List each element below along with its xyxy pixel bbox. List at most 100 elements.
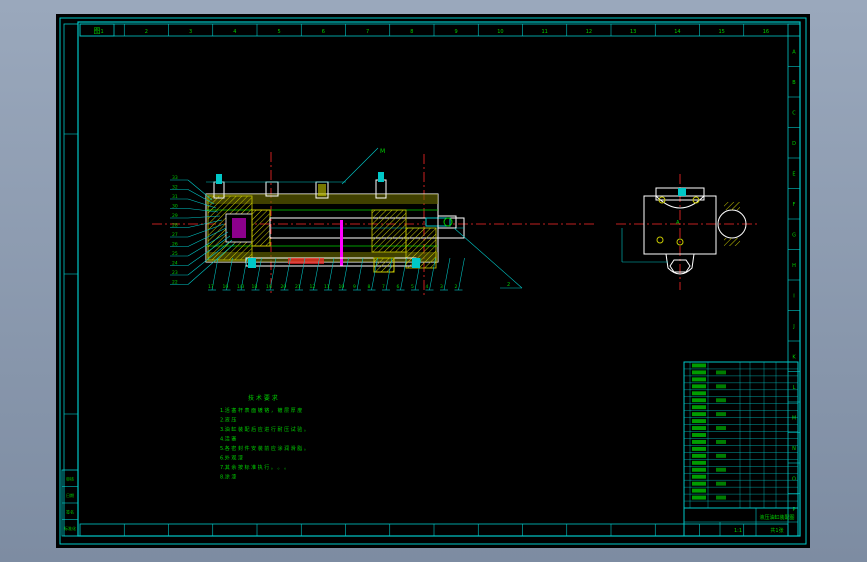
bom-code-cell xyxy=(692,439,706,444)
left-balloon-label: 28 xyxy=(172,223,178,229)
zone-number-top: 12 xyxy=(586,29,592,35)
left-balloon-label: 31 xyxy=(172,194,178,200)
bottom-balloon-label: 21 xyxy=(295,284,301,290)
drawing-sheet[interactable]: 1 2 3 4 5 6 7 8 9 10 11 12 13 14 15 16 A B C D E F G H I J K L M N O P … xyxy=(56,14,810,548)
stamp-row-label: 签名 xyxy=(66,509,74,515)
bottom-leader-line xyxy=(356,257,364,291)
zone-letter-right: G xyxy=(792,232,796,238)
zone-letter-right: N xyxy=(792,446,796,452)
zone-band-left xyxy=(63,23,79,537)
bom-name-cell xyxy=(716,384,726,389)
end-top-nut xyxy=(678,188,686,196)
left-stamp-block: 审核日期签名标准化 xyxy=(61,469,79,537)
zone-band-top xyxy=(79,23,801,37)
bom-name-cell xyxy=(716,439,726,444)
left-stamp-rows: 审核日期签名标准化 xyxy=(62,476,78,531)
clevis-top-hatch xyxy=(724,202,740,210)
drawing-name: 液压油缸装配图 xyxy=(759,514,794,521)
drawing-canvas: 1 2 3 4 5 6 7 8 9 10 11 12 13 14 15 16ABCDEFGHIJKLMNOP … xyxy=(59,17,807,545)
bom-code-cell xyxy=(692,391,706,396)
bom-code-cell xyxy=(692,412,706,417)
cylinder-end-view[interactable]: A xyxy=(616,174,758,290)
bom-code-cell xyxy=(692,474,706,479)
bom-code-cell xyxy=(692,453,706,458)
bom-name-cell xyxy=(716,412,726,417)
zone-letter-right: H xyxy=(792,263,796,269)
left-balloon-label: 26 xyxy=(172,242,178,248)
piston xyxy=(251,209,271,247)
bottom-balloon-label: 12 xyxy=(310,284,316,290)
bom-name-cell xyxy=(716,453,726,458)
zone-number-top: 3 xyxy=(189,29,192,35)
tech-requirement-line: 4.活 塞 xyxy=(220,436,236,443)
cad-viewport[interactable]: 1 2 3 4 5 6 7 8 9 10 11 12 13 14 15 16 A B C D E F G H I J K L M N O P … xyxy=(0,0,867,562)
corner-tag: 图 xyxy=(94,27,101,35)
bottom-balloon-label: 16 xyxy=(223,284,229,290)
zone-number-top: 15 xyxy=(718,29,724,35)
top-fitting-2-hatch xyxy=(318,184,326,196)
zone-number-top: 16 xyxy=(763,29,769,35)
zone-number-top: 13 xyxy=(630,29,636,35)
left-balloon-label: 24 xyxy=(172,261,178,267)
left-balloon-label: 25 xyxy=(172,251,178,257)
zone-number-top: 5 xyxy=(278,29,281,35)
bottom-balloon-label: 8 xyxy=(368,284,371,290)
bom-name-cell xyxy=(716,481,726,486)
tie-rod-nut-right xyxy=(412,258,420,268)
bom-code-cell xyxy=(692,419,706,424)
tech-requirements-title: 技 术 要 求 xyxy=(248,394,278,402)
bom-code-cell xyxy=(692,467,706,472)
bottom-balloon-label: 5 xyxy=(411,284,414,290)
zone-letter-right: F xyxy=(793,202,796,208)
cylinder-section-view[interactable]: M 333231302928272625242322 17 16 1/3 18 19 20… xyxy=(152,147,596,296)
bottom-leader-line xyxy=(443,257,451,291)
rear-port-nut xyxy=(216,174,222,184)
bom-name-cell xyxy=(716,495,726,500)
bottom-balloon-label: 19 xyxy=(266,284,272,290)
bom-code-cell xyxy=(692,398,706,403)
bottom-balloon-label: 7 xyxy=(382,284,385,290)
bottom-balloon-label: 4 xyxy=(426,284,429,290)
bom-code-cell xyxy=(692,405,706,410)
front-flange xyxy=(405,227,437,269)
bom-code-cell xyxy=(692,370,706,375)
zone-number-top: 6 xyxy=(322,29,325,35)
title-block[interactable]: 液压油缸装配图 1:1 共1张 xyxy=(683,361,799,537)
zone-number-top: 14 xyxy=(674,29,680,35)
bottom-balloon-label: 3 xyxy=(440,284,443,290)
tech-requirements-lines: 1.活 塞 杆 表 面 镀 铬 ， 镀 层 厚 度 2.液 压 3.油 缸 装 配 … xyxy=(220,407,309,481)
callout-leader-m xyxy=(341,147,379,185)
bottom-balloon-label: 2 xyxy=(455,284,458,290)
tech-requirement-line: 8.涂 漆 xyxy=(220,474,236,481)
tech-requirement-line: 2.液 压 xyxy=(220,417,236,424)
bom-code-cell xyxy=(692,384,706,389)
bom-code-cell xyxy=(692,377,706,382)
left-balloon-label: 23 xyxy=(172,270,178,276)
bom-code-cell xyxy=(692,433,706,437)
zone-numbers: 1 2 3 4 5 6 7 8 9 10 11 12 13 14 15 16ABCDEFGHIJKLMNOP xyxy=(101,29,797,513)
drawing-scale: 1:1 xyxy=(734,528,742,534)
tech-requirement-line: 6.外 观 漆 xyxy=(220,455,243,462)
zone-letter-right: J xyxy=(792,324,794,330)
zone-letter-right: O xyxy=(792,476,796,482)
left-balloon-label: 33 xyxy=(172,175,178,181)
bottom-leader-line xyxy=(458,257,465,291)
section-label: A xyxy=(676,220,680,226)
bom-code-cell xyxy=(692,460,706,465)
left-balloon-label: 22 xyxy=(172,280,178,286)
bottom-balloon-label: 6 xyxy=(397,284,400,290)
end-bolt-3 xyxy=(656,236,664,244)
zone-letter-right: E xyxy=(792,171,795,177)
left-balloon-label: 32 xyxy=(172,185,178,191)
drawing-sheet-count: 共1张 xyxy=(770,527,783,534)
bottom-balloon-label: 10 xyxy=(339,284,345,290)
left-balloon-label: 29 xyxy=(172,213,178,219)
zone-letter-right: I xyxy=(793,293,794,299)
bom-name-cell xyxy=(716,398,726,403)
zone-number-top: 2 xyxy=(145,29,148,35)
bom-code-cell xyxy=(692,488,706,493)
zone-letter-right: M xyxy=(792,415,796,421)
inner-frame xyxy=(77,21,801,537)
tech-requirement-line: 1.活 塞 杆 表 面 镀 铬 ， 镀 层 厚 度 xyxy=(220,407,302,414)
bom-name-cell xyxy=(716,467,726,472)
